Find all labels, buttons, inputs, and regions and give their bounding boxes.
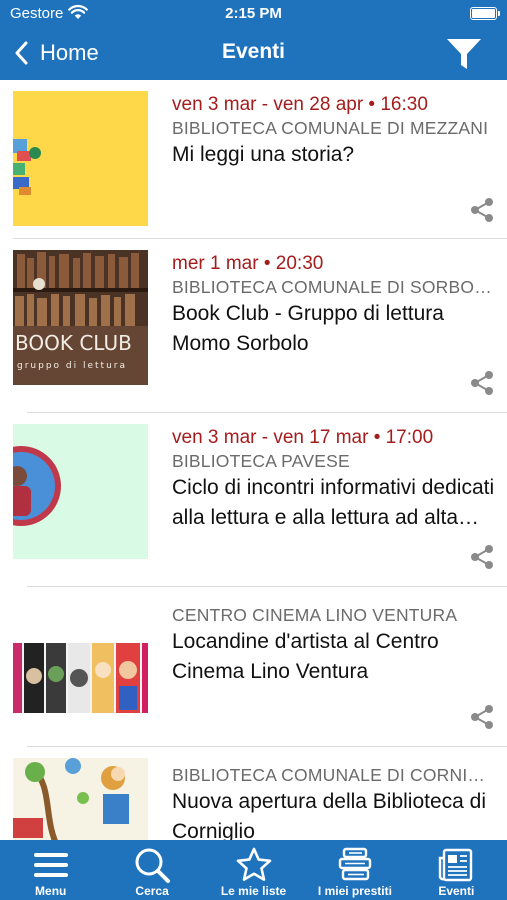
books-icon — [338, 847, 372, 881]
event-place: BIBLIOTECA COMUNALE DI SORBOLO — [172, 277, 497, 297]
battery-tip — [498, 11, 500, 16]
event-text: ven 3 mar - ven 28 apr • 16:30 BIBLIOTEC… — [172, 92, 497, 170]
event-item[interactable]: ven 3 mar - ven 17 mar • 17:00 BIBLIOTEC… — [0, 413, 507, 586]
back-button[interactable]: Home — [14, 39, 99, 67]
event-place: BIBLIOTECA COMUNALE DI CORNIGLIO — [172, 765, 497, 785]
tab-label: Cerca — [135, 884, 169, 898]
top-bar: Gestore 2:15 PM Home Eventi — [0, 0, 507, 80]
thumb-subtext: gruppo di lettura — [17, 361, 127, 371]
status-bar: Gestore 2:15 PM — [0, 0, 507, 28]
event-title: Locandine d'artista al Centro Cinema Lin… — [172, 630, 439, 683]
battery-icon — [470, 7, 497, 20]
event-place: BIBLIOTECA PAVESE — [172, 451, 350, 471]
event-thumbnail — [13, 758, 148, 840]
newspaper-icon — [439, 848, 473, 882]
event-place: BIBLIOTECA COMUNALE DI MEZZANI — [172, 118, 489, 138]
tab-label: Menu — [35, 884, 67, 898]
tab-i-miei-prestiti[interactable]: I miei prestiti — [304, 840, 405, 900]
event-title: Nuova apertura della Biblioteca di Corni… — [172, 790, 487, 840]
filter-icon[interactable] — [445, 36, 483, 72]
tab-label: Le mie liste — [220, 884, 287, 898]
tab-eventi[interactable]: Eventi — [406, 840, 507, 900]
share-icon[interactable] — [469, 544, 495, 570]
app-screen: Gestore 2:15 PM Home Eventi ven 3 mar - … — [0, 0, 507, 900]
event-thumbnail — [13, 91, 148, 226]
event-text: mer 1 mar • 20:30 BIBLIOTECA COMUNALE DI… — [172, 251, 497, 359]
event-title: Mi leggi una storia? — [172, 143, 355, 166]
tab-bar: Menu Cerca Le mie liste I miei prestiti … — [0, 840, 507, 900]
event-date: mer 1 mar • 20:30 — [172, 253, 324, 274]
share-icon[interactable] — [469, 197, 495, 223]
navigation-bar: Home Eventi — [0, 28, 507, 80]
clock-time: 2:15 PM — [225, 5, 282, 22]
back-label: Home — [40, 40, 99, 65]
search-icon — [135, 848, 171, 883]
tab-label: I miei prestiti — [317, 884, 392, 898]
share-icon[interactable] — [469, 704, 495, 730]
event-item[interactable]: BIBLIOTECA COMUNALE DI CORNIGLIO Nuova a… — [0, 747, 507, 840]
event-text: BIBLIOTECA COMUNALE DI CORNIGLIO Nuova a… — [172, 764, 497, 840]
star-icon — [236, 847, 271, 881]
event-item[interactable]: ven 3 mar - ven 28 apr • 16:30 BIBLIOTEC… — [0, 80, 507, 238]
tab-cerca[interactable]: Cerca — [101, 840, 202, 900]
event-thumbnail — [13, 424, 148, 559]
event-text: CENTRO CINEMA LINO VENTURA Locandine d'a… — [172, 604, 497, 687]
event-thumbnail: BOOK CLUB gruppo di lettura — [13, 250, 148, 385]
event-date: ven 3 mar - ven 17 mar • 17:00 — [172, 427, 434, 448]
tab-label: Eventi — [438, 884, 475, 898]
event-title: Book Club - Gruppo di lettura Momo Sorbo… — [172, 302, 444, 355]
event-date: ven 3 mar - ven 28 apr • 16:30 — [172, 94, 428, 115]
event-place: CENTRO CINEMA LINO VENTURA — [172, 605, 458, 625]
event-text: ven 3 mar - ven 17 mar • 17:00 BIBLIOTEC… — [172, 425, 497, 533]
tab-le-mie-liste[interactable]: Le mie liste — [203, 840, 304, 900]
tab-menu[interactable]: Menu — [0, 840, 101, 900]
event-list: ven 3 mar - ven 28 apr • 16:30 BIBLIOTEC… — [0, 80, 507, 840]
event-thumbnail — [13, 598, 148, 733]
event-item[interactable]: BOOK CLUB gruppo di lettura mer 1 mar • … — [0, 239, 507, 412]
share-icon[interactable] — [469, 370, 495, 396]
thumb-book-club-text: BOOK CLUB — [15, 331, 132, 355]
menu-icon — [33, 853, 68, 877]
event-item[interactable]: CENTRO CINEMA LINO VENTURA Locandine d'a… — [0, 587, 507, 746]
event-title: Ciclo di incontri informativi dedicati a… — [172, 476, 495, 529]
chevron-left-icon — [15, 41, 28, 65]
